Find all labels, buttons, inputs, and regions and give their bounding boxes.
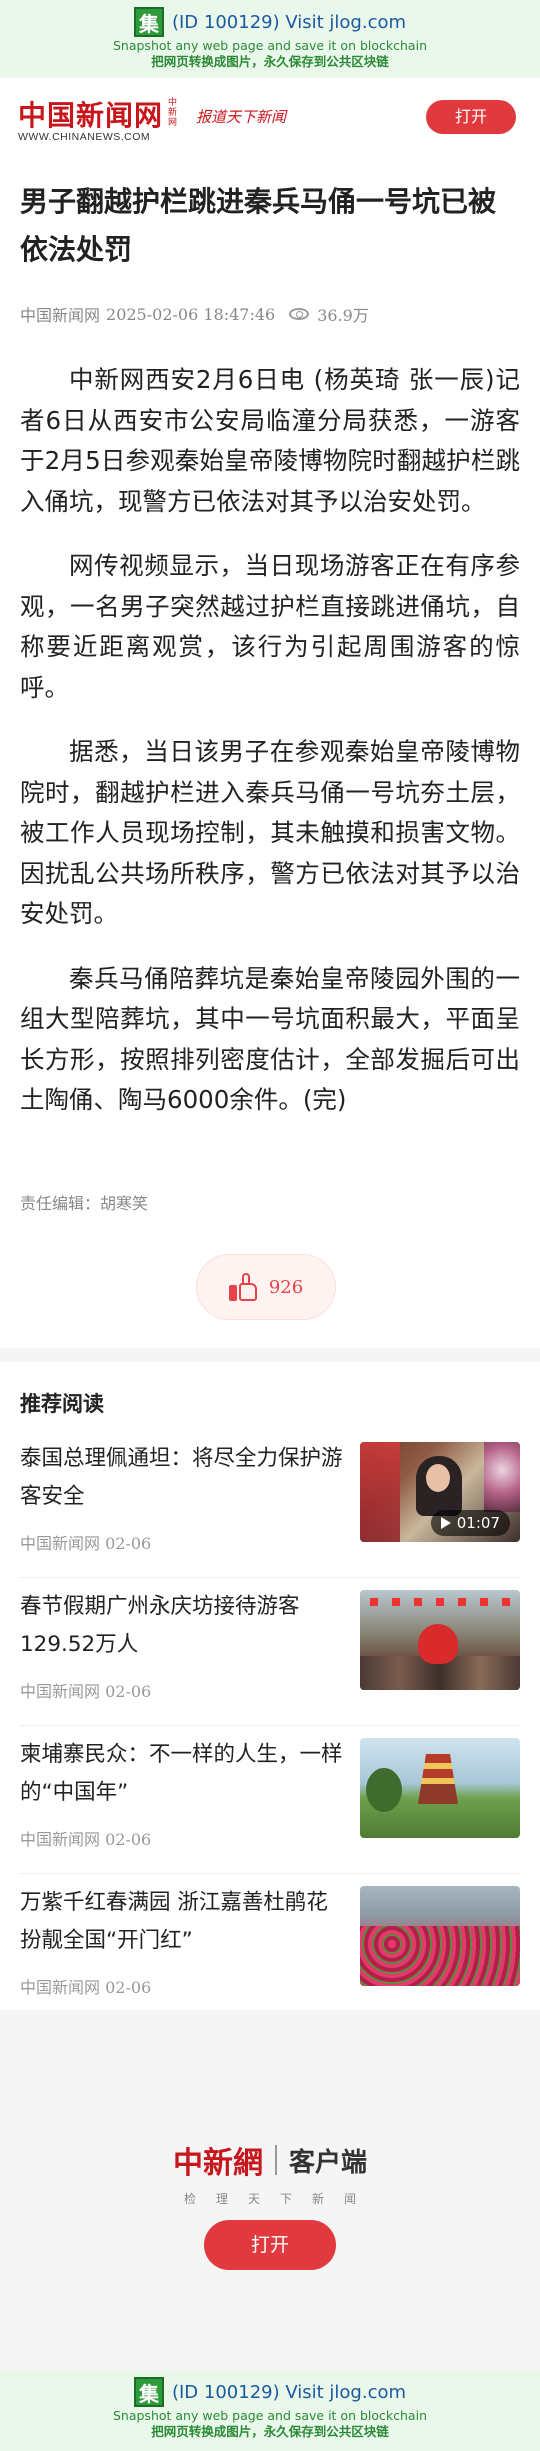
open-app-button-bottom[interactable]: 打开 bbox=[204, 2220, 336, 2270]
recommend-item-source: 中国新闻网 02-06 bbox=[20, 1682, 152, 1701]
site-logo[interactable]: 中国新闻网 bbox=[18, 94, 163, 134]
article-source: 中国新闻网 bbox=[20, 306, 101, 325]
app-logo-separator bbox=[274, 2145, 277, 2175]
recommend-item-thumbnail[interactable] bbox=[360, 1738, 520, 1838]
recommend-item-thumbnail[interactable] bbox=[360, 1886, 520, 1986]
recommend-item-source: 中国新闻网 02-06 bbox=[20, 1534, 152, 1553]
jlog-logo-icon: 集 bbox=[133, 2377, 164, 2407]
recommend-item[interactable]: 春节假期广州永庆坊接待游客129.52万人 中国新闻网 02-06 bbox=[20, 1578, 520, 1726]
site-logo-small: 中新网 bbox=[168, 98, 178, 128]
app-tagline: 检理天下新闻 bbox=[183, 2192, 376, 2206]
thumbs-up-icon bbox=[228, 1273, 257, 1301]
recommend-item-title[interactable]: 柬埔寨民众：不一样的人生，一样的“中国年” bbox=[20, 1736, 345, 1812]
article-datetime: 2025-02-06 18:47:46 bbox=[106, 304, 276, 324]
app-promo-logo: 中新網 客户端 检理天下新闻 bbox=[0, 2138, 540, 2207]
video-duration: 01:07 bbox=[456, 1514, 500, 1532]
site-slogan: 报道天下新闻 bbox=[196, 108, 287, 126]
app-name: 客户端 bbox=[288, 2147, 367, 2178]
like-button[interactable]: 926 bbox=[196, 1254, 336, 1320]
recommend-item-title[interactable]: 万紫千红春满园 浙江嘉善杜鹃花扮靓全国“开门红” bbox=[20, 1884, 345, 1960]
jlog-id-link[interactable]: (ID 100129) Visit jlog.com bbox=[172, 12, 406, 33]
article-editor: 责任编辑：胡寒笑 bbox=[20, 1194, 149, 1213]
like-count: 926 bbox=[268, 1276, 304, 1298]
recommend-list: 泰国总理佩通坦：将尽全力保护游客安全 中国新闻网 02-06 01:07 春节假… bbox=[20, 1430, 520, 2022]
recommend-item[interactable]: 泰国总理佩通坦：将尽全力保护游客安全 中国新闻网 02-06 01:07 bbox=[20, 1430, 520, 1578]
recommend-item-title[interactable]: 泰国总理佩通坦：将尽全力保护游客安全 bbox=[20, 1440, 345, 1516]
jlog-title-row: 集 (ID 100129) Visit jlog.com bbox=[0, 0, 540, 38]
jlog-tagline-cn: 把网页转换成图片，永久保存到公共区块链 bbox=[151, 54, 389, 69]
jlog-banner-top: 集 (ID 100129) Visit jlog.com Snapshot an… bbox=[0, 0, 540, 78]
app-brand: 中新網 bbox=[172, 2146, 263, 2181]
recommend-item-thumbnail[interactable] bbox=[360, 1590, 520, 1690]
jlog-id-link[interactable]: (ID 100129) Visit jlog.com bbox=[172, 2382, 406, 2403]
jlog-title-row: 集 (ID 100129) Visit jlog.com bbox=[0, 2370, 540, 2408]
video-duration-badge: 01:07 bbox=[430, 1510, 510, 1536]
open-app-button[interactable]: 打开 bbox=[426, 100, 516, 134]
article-title: 男子翻越护栏跳进秦兵马俑一号坑已被依法处罚 bbox=[20, 185, 497, 266]
jlog-tagline-cn: 把网页转换成图片，永久保存到公共区块链 bbox=[151, 2424, 389, 2439]
app-promo-section: 中新網 客户端 检理天下新闻 打开 bbox=[0, 2010, 540, 2370]
jlog-banner-bottom: 集 (ID 100129) Visit jlog.com Snapshot an… bbox=[0, 2370, 540, 2451]
recommend-item[interactable]: 柬埔寨民众：不一样的人生，一样的“中国年” 中国新闻网 02-06 bbox=[20, 1726, 520, 1874]
play-icon bbox=[440, 1517, 451, 1529]
recommend-item-source: 中国新闻网 02-06 bbox=[20, 1830, 152, 1849]
jlog-tagline-en: Snapshot any web page and save it on blo… bbox=[112, 38, 427, 53]
jlog-logo-icon: 集 bbox=[133, 7, 164, 37]
recommend-item-source: 中国新闻网 02-06 bbox=[20, 1978, 152, 1997]
article-paragraph: 中新网西安2月6日电 (杨英琦 张一辰)记者6日从西安市公安局临潼分局获悉，一游… bbox=[20, 365, 520, 516]
article-paragraph: 据悉，当日该男子在参观秦始皇帝陵博物院时，翻越护栏进入秦兵马俑一号坑夯土层，被工… bbox=[20, 737, 520, 928]
article-paragraph: 秦兵马俑陪葬坑是秦始皇帝陵园外围的一组大型陪葬坑，其中一号坑面积最大，平面呈长方… bbox=[20, 963, 520, 1115]
jlog-tagline-en: Snapshot any web page and save it on blo… bbox=[112, 2408, 427, 2423]
site-header: 中国新闻网 中新网 WWW.CHINANEWS.COM 报道天下新闻 打开 bbox=[0, 88, 540, 144]
eye-icon bbox=[289, 308, 310, 320]
article-views: 36.9万 bbox=[289, 302, 369, 326]
article-paragraph: 网传视频显示，当日现场游客正在有序参观，一名男子突然越过护栏直接跳进俑坑，自称要… bbox=[20, 551, 520, 702]
article-meta: 中国新闻网 2025-02-06 18:47:46 36.9万 bbox=[20, 302, 369, 326]
recommend-heading: 推荐阅读 bbox=[20, 1392, 104, 1416]
site-logo-url: WWW.CHINANEWS.COM bbox=[18, 131, 151, 143]
recommend-item[interactable]: 万紫千红春满园 浙江嘉善杜鹃花扮靓全国“开门红” 中国新闻网 02-06 bbox=[20, 1874, 520, 2022]
recommend-item-thumbnail[interactable]: 01:07 bbox=[360, 1442, 520, 1542]
recommend-item-title[interactable]: 春节假期广州永庆坊接待游客129.52万人 bbox=[20, 1588, 345, 1664]
article-body: 中新网西安2月6日电 (杨英琦 张一辰)记者6日从西安市公安局临潼分局获悉，一游… bbox=[20, 360, 520, 1145]
section-divider bbox=[0, 1348, 540, 1362]
article-view-count: 36.9万 bbox=[317, 306, 369, 325]
